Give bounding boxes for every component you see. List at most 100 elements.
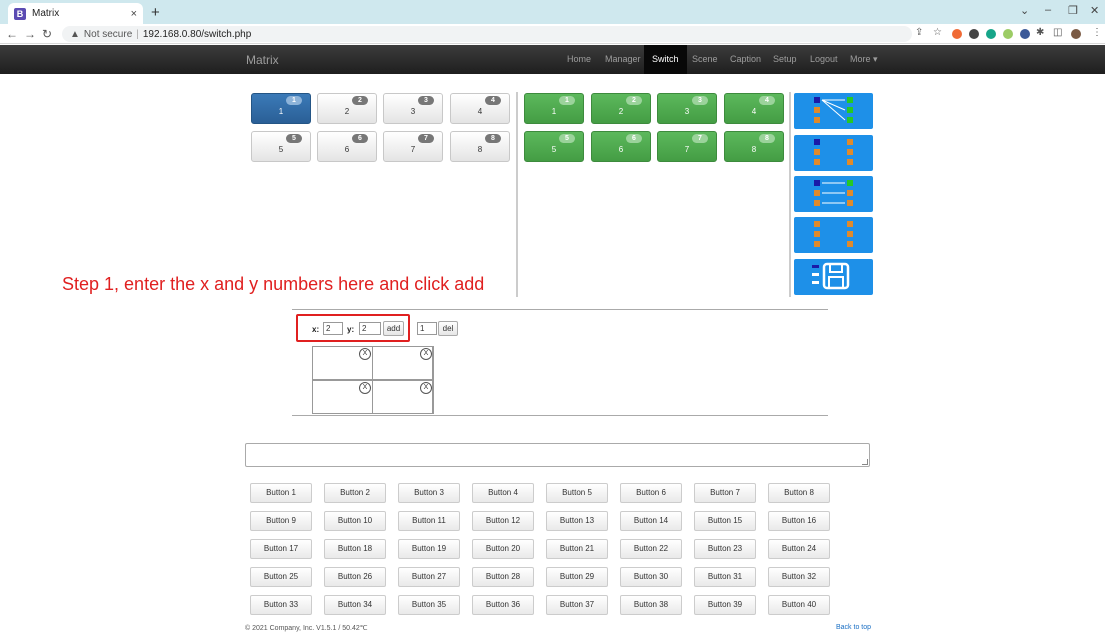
extension-icon[interactable] <box>969 29 979 39</box>
output-tile-7[interactable]: 7 7 <box>657 131 717 162</box>
extensions-puzzle-icon[interactable]: ✱ <box>1036 27 1044 38</box>
url-field[interactable]: ▲ Not secure | 192.168.0.80/switch.php <box>62 26 912 42</box>
input-tile-5[interactable]: 5 5 <box>251 131 311 162</box>
profile-avatar[interactable] <box>1071 29 1081 39</box>
matrix-button[interactable]: Button 25 <box>250 567 312 587</box>
input-tile-2[interactable]: 2 2 <box>317 93 377 124</box>
matrix-button[interactable]: Button 8 <box>768 483 830 503</box>
input-tile-8[interactable]: 8 8 <box>450 131 510 162</box>
nav-switch[interactable]: Switch <box>644 45 687 74</box>
remove-cell-icon[interactable]: X <box>420 348 432 360</box>
matrix-button[interactable]: Button 23 <box>694 539 756 559</box>
matrix-button[interactable]: Button 22 <box>620 539 682 559</box>
input-tile-4[interactable]: 4 4 <box>450 93 510 124</box>
matrix-button[interactable]: Button 33 <box>250 595 312 615</box>
input-tile-7[interactable]: 7 7 <box>383 131 443 162</box>
input-tile-3[interactable]: 3 3 <box>383 93 443 124</box>
forward-icon[interactable]: → <box>24 27 36 41</box>
matrix-button[interactable]: Button 17 <box>250 539 312 559</box>
matrix-button[interactable]: Button 7 <box>694 483 756 503</box>
side-panel-icon[interactable]: ◫ <box>1053 27 1062 38</box>
nav-manager[interactable]: Manager <box>597 45 649 74</box>
matrix-button[interactable]: Button 9 <box>250 511 312 531</box>
nav-logout[interactable]: Logout <box>802 45 846 74</box>
command-textarea[interactable] <box>245 443 870 467</box>
maximize-icon[interactable]: ❐ <box>1068 4 1078 17</box>
new-tab-icon[interactable]: + <box>151 4 160 21</box>
matrix-button[interactable]: Button 27 <box>398 567 460 587</box>
matrix-button[interactable]: Button 36 <box>472 595 534 615</box>
extension-icon[interactable] <box>986 29 996 39</box>
matrix-button[interactable]: Button 1 <box>250 483 312 503</box>
tab-search-icon[interactable]: ⌄ <box>1020 4 1029 17</box>
output-tile-8[interactable]: 8 8 <box>724 131 784 162</box>
matrix-button[interactable]: Button 32 <box>768 567 830 587</box>
back-icon[interactable]: ← <box>6 27 18 41</box>
bookmark-star-icon[interactable]: ☆ <box>933 27 942 38</box>
matrix-button[interactable]: Button 35 <box>398 595 460 615</box>
del-button[interactable]: del <box>438 321 458 336</box>
matrix-button[interactable]: Button 34 <box>324 595 386 615</box>
extension-icon[interactable] <box>952 29 962 39</box>
matrix-button[interactable]: Button 21 <box>546 539 608 559</box>
matrix-button[interactable]: Button 10 <box>324 511 386 531</box>
matrix-button[interactable]: Button 13 <box>546 511 608 531</box>
remove-cell-icon[interactable]: X <box>359 382 371 394</box>
layout-cell[interactable]: X <box>372 380 433 414</box>
nav-home[interactable]: Home <box>559 45 599 74</box>
matrix-button[interactable]: Button 18 <box>324 539 386 559</box>
nav-scene[interactable]: Scene <box>684 45 726 74</box>
remove-cell-icon[interactable]: X <box>420 382 432 394</box>
matrix-button[interactable]: Button 12 <box>472 511 534 531</box>
matrix-button[interactable]: Button 28 <box>472 567 534 587</box>
resize-grip-icon[interactable] <box>862 459 868 465</box>
matrix-button[interactable]: Button 15 <box>694 511 756 531</box>
matrix-button[interactable]: Button 26 <box>324 567 386 587</box>
extension-icon[interactable] <box>1020 29 1030 39</box>
add-button[interactable]: add <box>383 321 404 336</box>
output-tile-5[interactable]: 5 5 <box>524 131 584 162</box>
matrix-button[interactable]: Button 31 <box>694 567 756 587</box>
route-straight-button[interactable] <box>794 176 873 212</box>
brand-title[interactable]: Matrix <box>246 53 279 67</box>
output-tile-2[interactable]: 2 2 <box>591 93 651 124</box>
reload-icon[interactable]: ↻ <box>42 27 52 41</box>
browser-menu-icon[interactable]: ⋮ <box>1092 27 1102 38</box>
route-clear-button[interactable] <box>794 217 873 253</box>
matrix-button[interactable]: Button 38 <box>620 595 682 615</box>
matrix-button[interactable]: Button 11 <box>398 511 460 531</box>
matrix-button[interactable]: Button 5 <box>546 483 608 503</box>
del-index-input[interactable]: 1 <box>417 322 437 335</box>
matrix-button[interactable]: Button 37 <box>546 595 608 615</box>
matrix-button[interactable]: Button 4 <box>472 483 534 503</box>
matrix-button[interactable]: Button 40 <box>768 595 830 615</box>
x-input[interactable]: 2 <box>323 322 343 335</box>
layout-cell[interactable]: X <box>312 380 373 414</box>
matrix-button[interactable]: Button 20 <box>472 539 534 559</box>
save-layout-button[interactable] <box>794 259 873 295</box>
matrix-button[interactable]: Button 16 <box>768 511 830 531</box>
matrix-button[interactable]: Button 6 <box>620 483 682 503</box>
nav-setup[interactable]: Setup <box>765 45 805 74</box>
matrix-button[interactable]: Button 29 <box>546 567 608 587</box>
remove-cell-icon[interactable]: X <box>359 348 371 360</box>
input-tile-6[interactable]: 6 6 <box>317 131 377 162</box>
layout-cell[interactable]: X <box>312 346 373 380</box>
nav-more[interactable]: More ▾ <box>842 45 886 74</box>
output-tile-6[interactable]: 6 6 <box>591 131 651 162</box>
tab-close-icon[interactable]: × <box>131 8 137 20</box>
y-input[interactable]: 2 <box>359 322 381 335</box>
route-none-button[interactable] <box>794 135 873 171</box>
matrix-button[interactable]: Button 39 <box>694 595 756 615</box>
output-tile-3[interactable]: 3 3 <box>657 93 717 124</box>
nav-caption[interactable]: Caption <box>722 45 769 74</box>
matrix-button[interactable]: Button 24 <box>768 539 830 559</box>
output-tile-4[interactable]: 4 4 <box>724 93 784 124</box>
matrix-button[interactable]: Button 19 <box>398 539 460 559</box>
matrix-button[interactable]: Button 2 <box>324 483 386 503</box>
close-window-icon[interactable]: ✕ <box>1090 4 1099 17</box>
layout-cell[interactable]: X <box>372 346 433 380</box>
route-cross-button[interactable] <box>794 93 873 129</box>
matrix-button[interactable]: Button 30 <box>620 567 682 587</box>
back-to-top-link[interactable]: Back to top <box>836 624 871 631</box>
